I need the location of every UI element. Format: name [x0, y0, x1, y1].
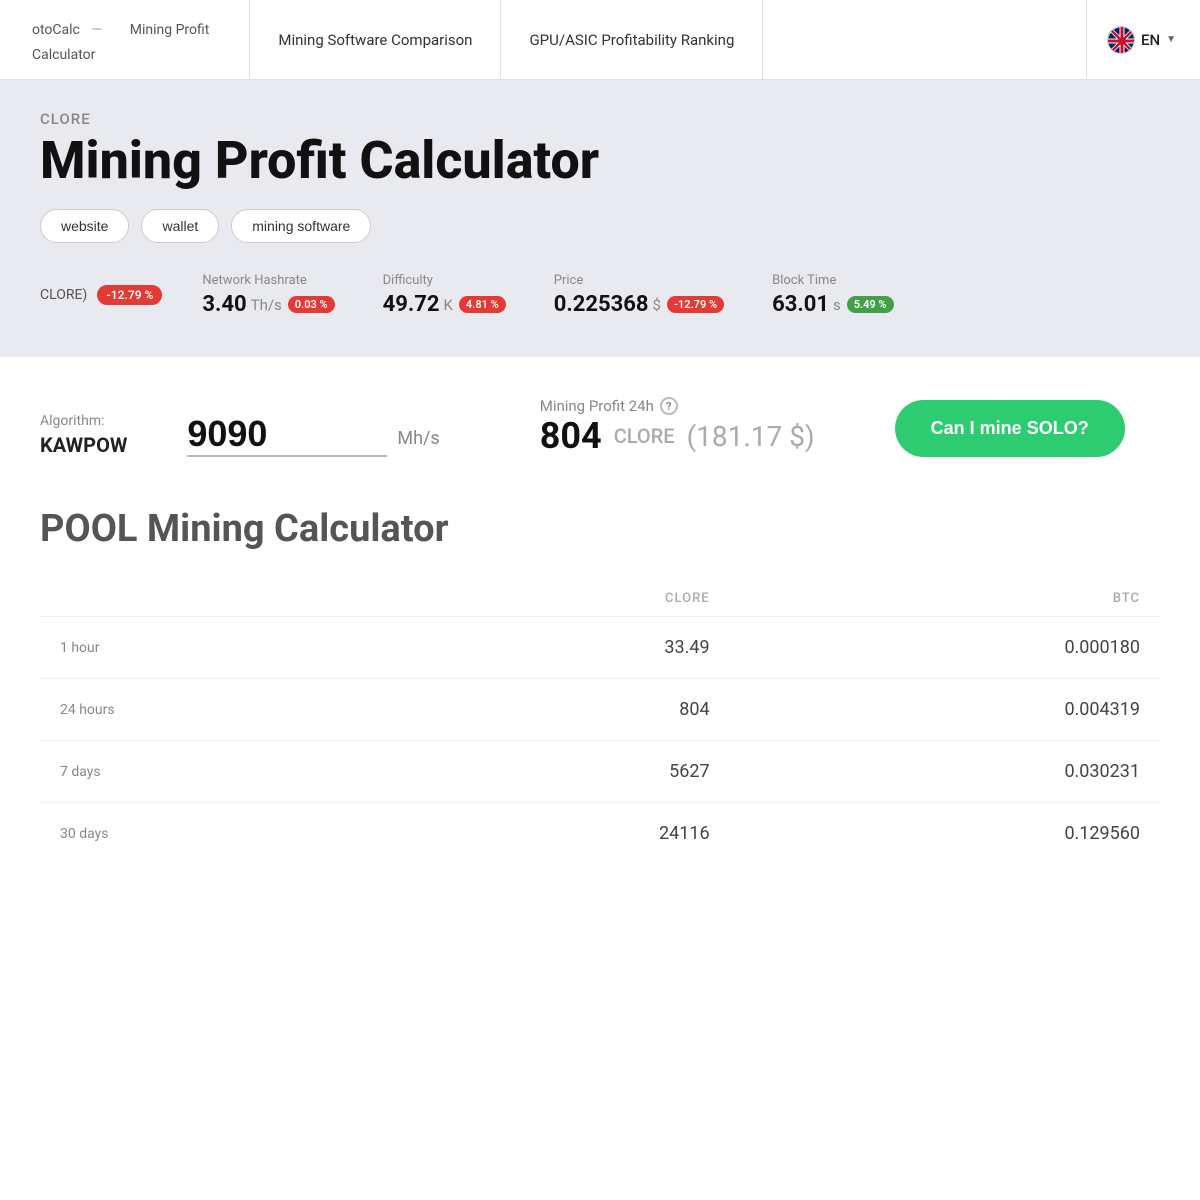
cell-clore: 804 [392, 679, 729, 741]
price-unit: $ [653, 296, 661, 314]
difficulty-value: 49.72 K 4.81 % [383, 292, 506, 317]
profit-label: Mining Profit 24h ? [540, 397, 815, 415]
pool-table: CLORE BTC 1 hour 33.49 0.000180 24 hours… [40, 581, 1160, 864]
hashrate-unit: Mh/s [397, 428, 439, 449]
pool-section: POOL Mining Calculator CLORE BTC 1 hour … [0, 477, 1200, 904]
profit-amount: 804 [540, 415, 602, 457]
language-selector[interactable]: EN ▼ [1086, 0, 1176, 80]
solo-mine-button[interactable]: Can I mine SOLO? [895, 400, 1125, 457]
flag-icon [1107, 26, 1135, 54]
hero-section: CLORE Mining Profit Calculator website w… [0, 80, 1200, 357]
cell-btc: 0.030231 [730, 741, 1160, 803]
logo-text: otoCalc [32, 22, 80, 38]
profit-value-row: 804 CLORE (181.17 $) [540, 415, 815, 457]
mining-software-button[interactable]: mining software [231, 209, 371, 243]
price-change: -12.79 % [667, 296, 724, 313]
block-time-value: 63.01 s 5.49 % [772, 292, 893, 317]
profit-usd: (181.17 $) [687, 420, 815, 453]
website-button[interactable]: website [40, 209, 129, 243]
difficulty-label: Difficulty [383, 273, 506, 288]
coin-main-stat: CLORE) -12.79 % [40, 285, 162, 305]
network-hashrate-stat: Network Hashrate 3.40 Th/s 0.03 % [202, 273, 334, 317]
wallet-button[interactable]: wallet [141, 209, 219, 243]
table-row: 30 days 24116 0.129560 [40, 803, 1160, 865]
cell-clore: 33.49 [392, 617, 729, 679]
nav-mining-software[interactable]: Mining Software Comparison [249, 0, 501, 80]
header: otoCalc — Mining ProfitCalculator Mining… [0, 0, 1200, 80]
nav-gpu-ranking[interactable]: GPU/ASIC Profitability Ranking [501, 0, 763, 80]
coin-label: CLORE) [40, 287, 87, 303]
difficulty-unit: K [444, 296, 453, 314]
network-hashrate-label: Network Hashrate [202, 273, 334, 288]
algo-value: KAWPOW [40, 433, 127, 457]
main-nav: Mining Software Comparison GPU/ASIC Prof… [249, 0, 763, 80]
hashrate-input-wrap: Mh/s [187, 413, 439, 457]
col-btc: BTC [730, 581, 1160, 617]
coin-change-badge: -12.79 % [97, 285, 162, 305]
table-row: 7 days 5627 0.030231 [40, 741, 1160, 803]
pool-title: POOL Mining Calculator [40, 507, 1160, 551]
block-time-stat: Block Time 63.01 s 5.49 % [772, 273, 893, 317]
cell-period: 30 days [40, 803, 392, 865]
network-hashrate-value: 3.40 Th/s 0.03 % [202, 292, 334, 317]
page-title: Mining Profit Calculator [40, 132, 1160, 189]
network-hashrate-change: 0.03 % [288, 296, 335, 313]
algo-label: Algorithm: [40, 413, 127, 429]
cell-btc: 0.000180 [730, 617, 1160, 679]
block-time-change: 5.49 % [847, 296, 894, 313]
table-row: 24 hours 804 0.004319 [40, 679, 1160, 741]
hashrate-input[interactable] [187, 413, 387, 457]
calculator-section: Algorithm: KAWPOW Mh/s Mining Profit 24h… [0, 357, 1200, 477]
algo-row: Algorithm: KAWPOW Mh/s Mining Profit 24h… [40, 397, 1160, 457]
price-value: 0.225368 $ -12.79 % [554, 292, 724, 317]
block-time-label: Block Time [772, 273, 893, 288]
col-period [40, 581, 392, 617]
table-row: 1 hour 33.49 0.000180 [40, 617, 1160, 679]
help-icon[interactable]: ? [660, 397, 678, 415]
hero-links: website wallet mining software [40, 209, 1160, 243]
cell-clore: 5627 [392, 741, 729, 803]
hero-coin-tag: CLORE [40, 110, 1160, 128]
lang-text: EN [1141, 31, 1160, 49]
profit-coin: CLORE [614, 424, 675, 448]
col-clore: CLORE [392, 581, 729, 617]
difficulty-change: 4.81 % [459, 296, 506, 313]
logo-separator: — [88, 22, 106, 38]
profit-info: Mining Profit 24h ? 804 CLORE (181.17 $) [540, 397, 815, 457]
chevron-down-icon: ▼ [1166, 34, 1176, 45]
cell-btc: 0.129560 [730, 803, 1160, 865]
cell-period: 24 hours [40, 679, 392, 741]
hero-stats: CLORE) -12.79 % Network Hashrate 3.40 Th… [40, 273, 1160, 317]
price-stat: Price 0.225368 $ -12.79 % [554, 273, 724, 317]
cell-period: 7 days [40, 741, 392, 803]
cell-period: 1 hour [40, 617, 392, 679]
algo-info: Algorithm: KAWPOW [40, 413, 127, 457]
table-header-row: CLORE BTC [40, 581, 1160, 617]
network-hashrate-unit: Th/s [251, 296, 282, 314]
cell-btc: 0.004319 [730, 679, 1160, 741]
price-label: Price [554, 273, 724, 288]
block-time-unit: s [833, 296, 841, 314]
logo: otoCalc — Mining ProfitCalculator [24, 15, 209, 65]
difficulty-stat: Difficulty 49.72 K 4.81 % [383, 273, 506, 317]
cell-clore: 24116 [392, 803, 729, 865]
